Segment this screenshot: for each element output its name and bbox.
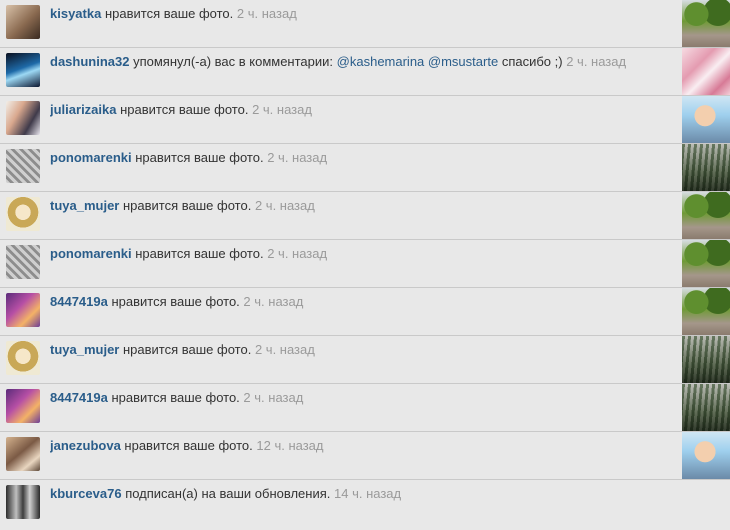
username-link[interactable]: ponomarenki <box>50 246 132 261</box>
action-text: нравится ваше фото. <box>111 390 240 405</box>
notification-row: juliarizaika нравится ваше фото. 2 ч. на… <box>0 96 730 144</box>
username-link[interactable]: juliarizaika <box>50 102 116 117</box>
notification-text: juliarizaika нравится ваше фото. 2 ч. на… <box>50 102 672 117</box>
photo-thumbnail[interactable] <box>682 288 730 335</box>
timestamp: 14 ч. назад <box>334 486 402 501</box>
notification-text: tuya_mujer нравится ваше фото. 2 ч. наза… <box>50 198 672 213</box>
username-link[interactable]: 8447419a <box>50 390 108 405</box>
photo-thumbnail[interactable] <box>682 192 730 239</box>
notification-row: janezubova нравится ваше фото. 12 ч. наз… <box>0 432 730 480</box>
username-link[interactable]: tuya_mujer <box>50 198 119 213</box>
notification-row: tuya_mujer нравится ваше фото. 2 ч. наза… <box>0 192 730 240</box>
timestamp: 2 ч. назад <box>254 342 315 357</box>
timestamp: 2 ч. назад <box>267 150 328 165</box>
timestamp: 2 ч. назад <box>252 102 312 117</box>
username-link[interactable]: ponomarenki <box>50 150 132 165</box>
notification-row: kburceva76 подписан(а) на ваши обновлени… <box>0 480 730 527</box>
timestamp: 2 ч. назад <box>243 390 304 405</box>
photo-thumbnail[interactable] <box>682 384 730 431</box>
user-avatar[interactable] <box>6 53 40 87</box>
user-avatar[interactable] <box>6 437 40 471</box>
timestamp: 2 ч. назад <box>236 6 297 21</box>
timestamp: 12 ч. назад <box>256 438 324 453</box>
photo-thumbnail[interactable] <box>682 432 730 479</box>
username-link[interactable]: kisyatka <box>50 6 101 21</box>
action-text: подписан(а) на ваши обновления. <box>125 486 331 501</box>
photo-thumbnail[interactable] <box>682 240 730 287</box>
comment-text: спасибо ;) <box>501 54 563 69</box>
notification-row: ponomarenki нравится ваше фото. 2 ч. наз… <box>0 240 730 288</box>
notification-row: tuya_mujer нравится ваше фото. 2 ч. наза… <box>0 336 730 384</box>
username-link[interactable]: kburceva76 <box>50 486 122 501</box>
action-text: нравится ваше фото. <box>135 246 264 261</box>
user-avatar[interactable] <box>6 341 40 375</box>
notification-text: ponomarenki нравится ваше фото. 2 ч. наз… <box>50 246 672 261</box>
activity-feed: kisyatka нравится ваше фото. 2 ч. назад … <box>0 0 730 530</box>
timestamp: 2 ч. назад <box>243 294 304 309</box>
notification-text: kisyatka нравится ваше фото. 2 ч. назад <box>50 6 672 21</box>
notification-text: dashunina32 упомянул(-а) вас в комментар… <box>50 54 672 69</box>
photo-thumbnail[interactable] <box>682 144 730 191</box>
mention-link[interactable]: @msustarte <box>428 54 498 69</box>
action-text: нравится ваше фото. <box>123 198 252 213</box>
notification-text: kburceva76 подписан(а) на ваши обновлени… <box>50 486 672 501</box>
notification-text: ponomarenki нравится ваше фото. 2 ч. наз… <box>50 150 672 165</box>
action-text: упомянул(-а) вас в комментарии: <box>133 54 334 69</box>
user-avatar[interactable] <box>6 389 40 423</box>
mention-link[interactable]: @kashemarina <box>337 54 425 69</box>
user-avatar[interactable] <box>6 101 40 135</box>
username-link[interactable]: dashunina32 <box>50 54 129 69</box>
action-text: нравится ваше фото. <box>120 102 249 117</box>
notification-text: 8447419a нравится ваше фото. 2 ч. назад <box>50 390 672 405</box>
notification-row: kisyatka нравится ваше фото. 2 ч. назад <box>0 0 730 48</box>
timestamp: 2 ч. назад <box>267 246 328 261</box>
user-avatar[interactable] <box>6 245 40 279</box>
notification-text: 8447419a нравится ваше фото. 2 ч. назад <box>50 294 672 309</box>
photo-thumbnail[interactable] <box>682 0 730 47</box>
photo-thumbnail[interactable] <box>682 48 730 95</box>
notification-row: dashunina32 упомянул(-а) вас в комментар… <box>0 48 730 96</box>
action-text: нравится ваше фото. <box>124 438 253 453</box>
timestamp: 2 ч. назад <box>254 198 315 213</box>
user-avatar[interactable] <box>6 197 40 231</box>
user-avatar[interactable] <box>6 293 40 327</box>
user-avatar[interactable] <box>6 5 40 39</box>
username-link[interactable]: 8447419a <box>50 294 108 309</box>
timestamp: 2 ч. назад <box>566 54 627 69</box>
action-text: нравится ваше фото. <box>111 294 240 309</box>
notification-row: 8447419a нравится ваше фото. 2 ч. назад <box>0 288 730 336</box>
action-text: нравится ваше фото. <box>104 6 234 21</box>
notification-row: 8447419a нравится ваше фото. 2 ч. назад <box>0 384 730 432</box>
action-text: нравится ваше фото. <box>123 342 252 357</box>
user-avatar[interactable] <box>6 149 40 183</box>
username-link[interactable]: janezubova <box>50 438 121 453</box>
notification-text: janezubova нравится ваше фото. 12 ч. наз… <box>50 438 672 453</box>
photo-thumbnail[interactable] <box>682 96 730 143</box>
notification-text: tuya_mujer нравится ваше фото. 2 ч. наза… <box>50 342 672 357</box>
user-avatar[interactable] <box>6 485 40 519</box>
notification-row: ponomarenki нравится ваше фото. 2 ч. наз… <box>0 144 730 192</box>
photo-thumbnail[interactable] <box>682 336 730 383</box>
action-text: нравится ваше фото. <box>135 150 264 165</box>
username-link[interactable]: tuya_mujer <box>50 342 119 357</box>
